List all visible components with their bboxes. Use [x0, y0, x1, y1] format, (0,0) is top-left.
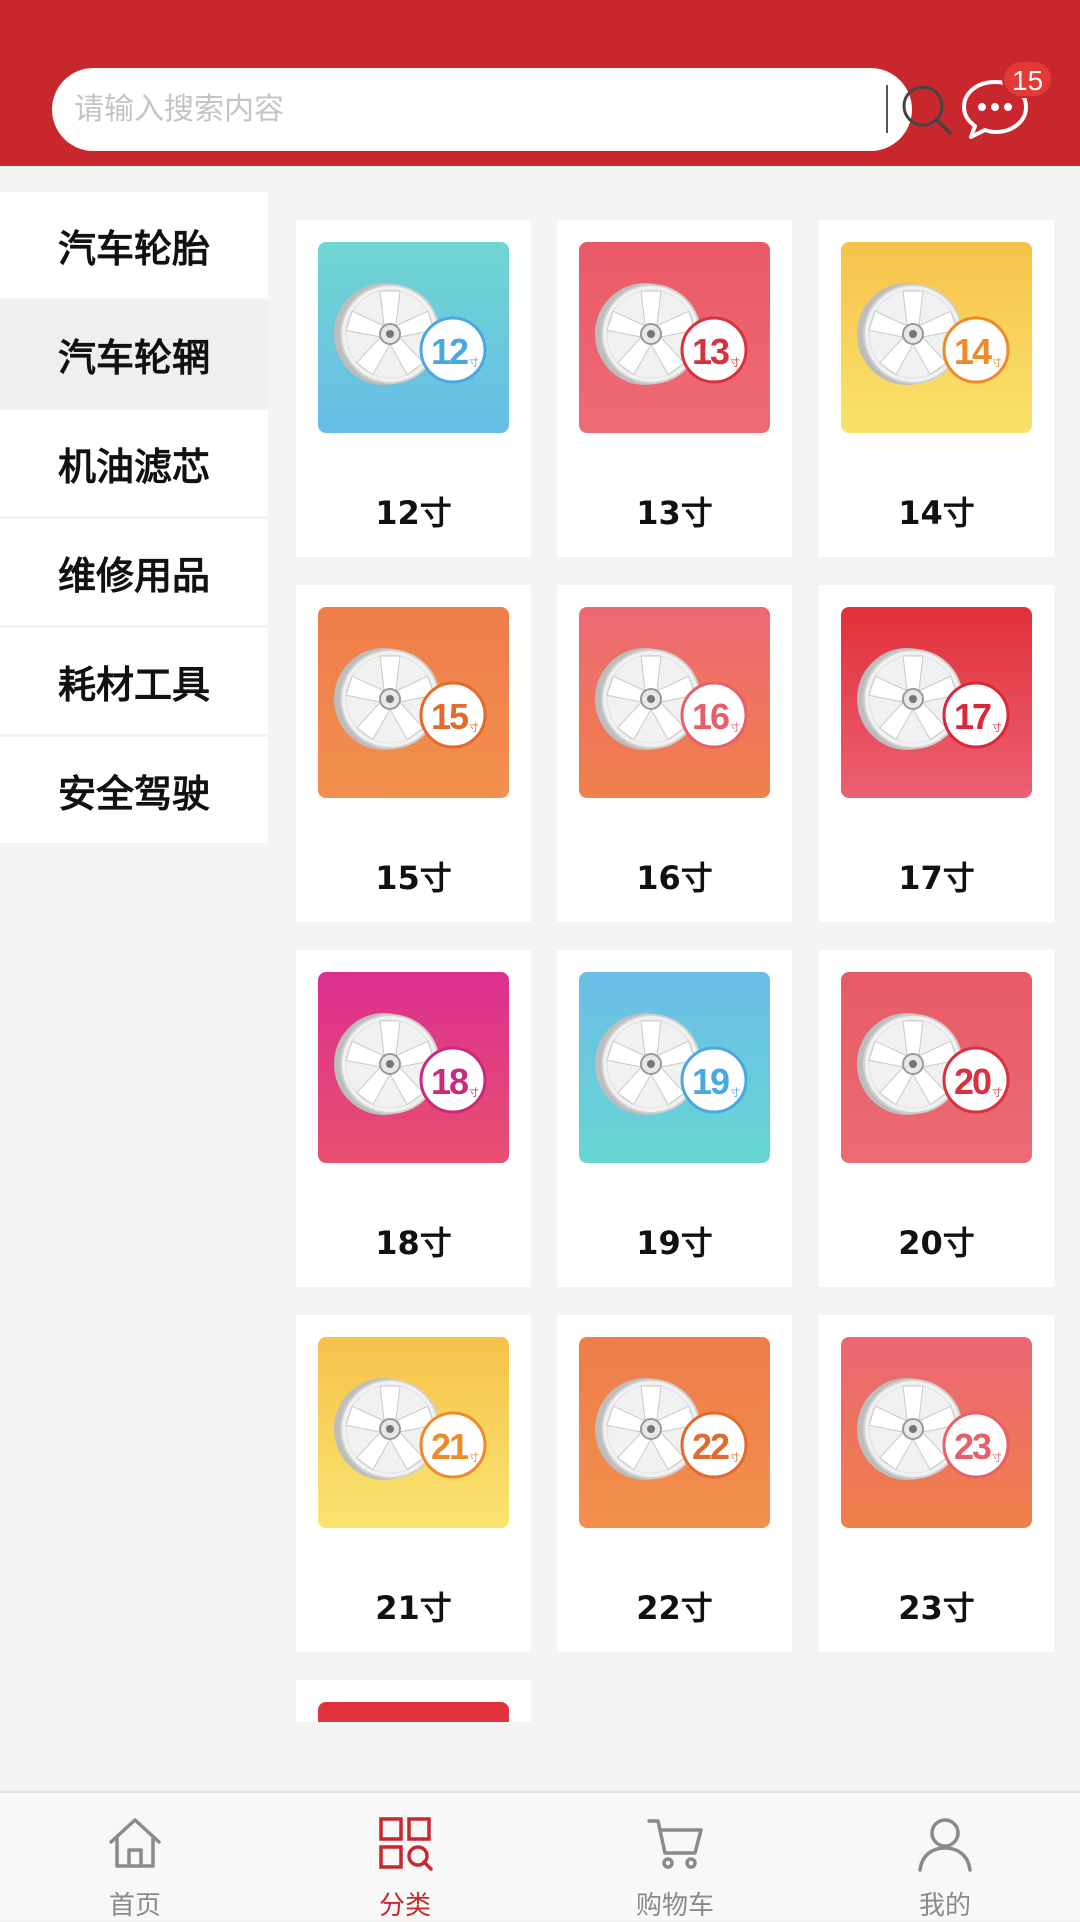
svg-text:寸: 寸 [469, 356, 479, 369]
product-card[interactable] [296, 1680, 531, 1722]
product-label: 16寸 [636, 859, 713, 897]
svg-text:13: 13 [692, 331, 729, 372]
product-label: 14寸 [898, 494, 975, 532]
svg-text:寸: 寸 [730, 1086, 740, 1099]
svg-text:21: 21 [431, 1426, 469, 1467]
svg-text:18: 18 [431, 1061, 468, 1102]
product-card[interactable]: 17 寸 17寸 [819, 585, 1054, 922]
rim-thumbnail: 23 寸 [841, 1337, 1032, 1528]
search-divider [886, 85, 888, 133]
rim-thumbnail: 16 寸 [579, 607, 770, 798]
svg-text:寸: 寸 [992, 721, 1002, 734]
tab-home-label: 首页 [108, 1891, 161, 1921]
tab-mine-label: 我的 [918, 1891, 971, 1921]
rim-thumbnail: 20 寸 [841, 972, 1032, 1163]
category-icon [379, 1817, 433, 1871]
category-sidebar: 汽车轮胎 汽车轮辋 机油滤芯 维修用品 耗材工具 安全驾驶 [0, 192, 268, 846]
rim-thumbnail: 21 寸 [318, 1337, 509, 1528]
product-label: 13寸 [636, 494, 713, 532]
product-label: 19寸 [636, 1224, 713, 1262]
product-card[interactable]: 21 寸 21寸 [296, 1315, 531, 1652]
home-icon [109, 1818, 161, 1868]
product-label: 21寸 [375, 1589, 452, 1627]
product-card[interactable]: 13 寸 13寸 [557, 220, 792, 557]
sidebar-item-maintenance-supplies[interactable]: 维修用品 [0, 519, 268, 625]
svg-text:寸: 寸 [730, 1451, 740, 1464]
svg-text:23: 23 [954, 1426, 991, 1467]
search-bar[interactable] [52, 68, 952, 151]
svg-text:19: 19 [692, 1061, 729, 1102]
svg-text:17: 17 [954, 696, 991, 737]
sidebar-item-car-rims[interactable]: 汽车轮辋 [0, 301, 268, 407]
svg-text:寸: 寸 [730, 721, 740, 734]
svg-text:16: 16 [692, 696, 729, 737]
svg-text:20: 20 [954, 1061, 991, 1102]
product-label: 15寸 [375, 859, 452, 897]
product-card[interactable]: 18 寸 18寸 [296, 950, 531, 1287]
product-card[interactable]: 22 寸 22寸 [557, 1315, 792, 1652]
top-header: 15 [0, 0, 1080, 166]
tab-home[interactable]: 首页 [0, 1793, 270, 1922]
product-label: 12寸 [375, 494, 452, 532]
svg-text:寸: 寸 [469, 1451, 479, 1464]
sidebar-item-consumable-tools[interactable]: 耗材工具 [0, 628, 268, 734]
product-card[interactable]: 20 寸 20寸 [819, 950, 1054, 1287]
product-label: 20寸 [898, 1224, 975, 1262]
product-grid: 12 寸 12寸 13 寸 13寸 14 寸 14寸 15 寸 15寸 16 寸… [296, 220, 1054, 1722]
tab-mine[interactable]: 我的 [810, 1793, 1080, 1922]
svg-text:寸: 寸 [992, 1086, 1002, 1099]
rim-thumbnail: 19 寸 [579, 972, 770, 1163]
message-badge: 15 [1002, 60, 1054, 98]
product-label: 18寸 [375, 1224, 452, 1262]
svg-text:15: 15 [431, 696, 469, 737]
sidebar-item-oil-filters[interactable]: 机油滤芯 [0, 410, 268, 516]
product-card[interactable]: 14 寸 14寸 [819, 220, 1054, 557]
tab-cart-label: 购物车 [635, 1891, 714, 1921]
product-card[interactable]: 15 寸 15寸 [296, 585, 531, 922]
svg-text:22: 22 [692, 1426, 729, 1467]
sidebar-item-safe-driving[interactable]: 安全驾驶 [0, 737, 268, 843]
svg-text:寸: 寸 [992, 1451, 1002, 1464]
svg-text:寸: 寸 [992, 356, 1002, 369]
search-icon[interactable] [897, 80, 957, 140]
product-card[interactable]: 19 寸 19寸 [557, 950, 792, 1287]
bottom-tab-bar: 首页 分类 购物车 我的 [0, 1791, 1080, 1922]
sidebar-item-car-tires[interactable]: 汽车轮胎 [0, 192, 268, 298]
cart-icon [647, 1819, 703, 1869]
rim-thumbnail: 17 寸 [841, 607, 1032, 798]
rim-thumbnail: 13 寸 [579, 242, 770, 433]
svg-text:12: 12 [431, 331, 468, 372]
product-label: 22寸 [636, 1589, 713, 1627]
svg-text:寸: 寸 [469, 721, 479, 734]
search-input[interactable] [74, 68, 854, 151]
rim-thumbnail: 18 寸 [318, 972, 509, 1163]
tab-category[interactable]: 分类 [270, 1793, 540, 1922]
product-label: 23寸 [898, 1589, 975, 1627]
rim-thumbnail: 12 寸 [318, 242, 509, 433]
product-card[interactable]: 12 寸 12寸 [296, 220, 531, 557]
tab-category-label: 分类 [378, 1891, 431, 1921]
product-label: 17寸 [898, 859, 975, 897]
rim-thumbnail: 14 寸 [841, 242, 1032, 433]
user-icon [918, 1818, 972, 1872]
product-card[interactable]: 23 寸 23寸 [819, 1315, 1054, 1652]
rim-thumbnail: 15 寸 [318, 607, 509, 798]
rim-thumbnail: 22 寸 [579, 1337, 770, 1528]
svg-text:寸: 寸 [730, 356, 740, 369]
product-card[interactable]: 16 寸 16寸 [557, 585, 792, 922]
svg-text:寸: 寸 [469, 1086, 479, 1099]
tab-cart[interactable]: 购物车 [540, 1793, 810, 1922]
rim-thumbnail [318, 1702, 509, 1722]
svg-text:14: 14 [954, 331, 992, 372]
